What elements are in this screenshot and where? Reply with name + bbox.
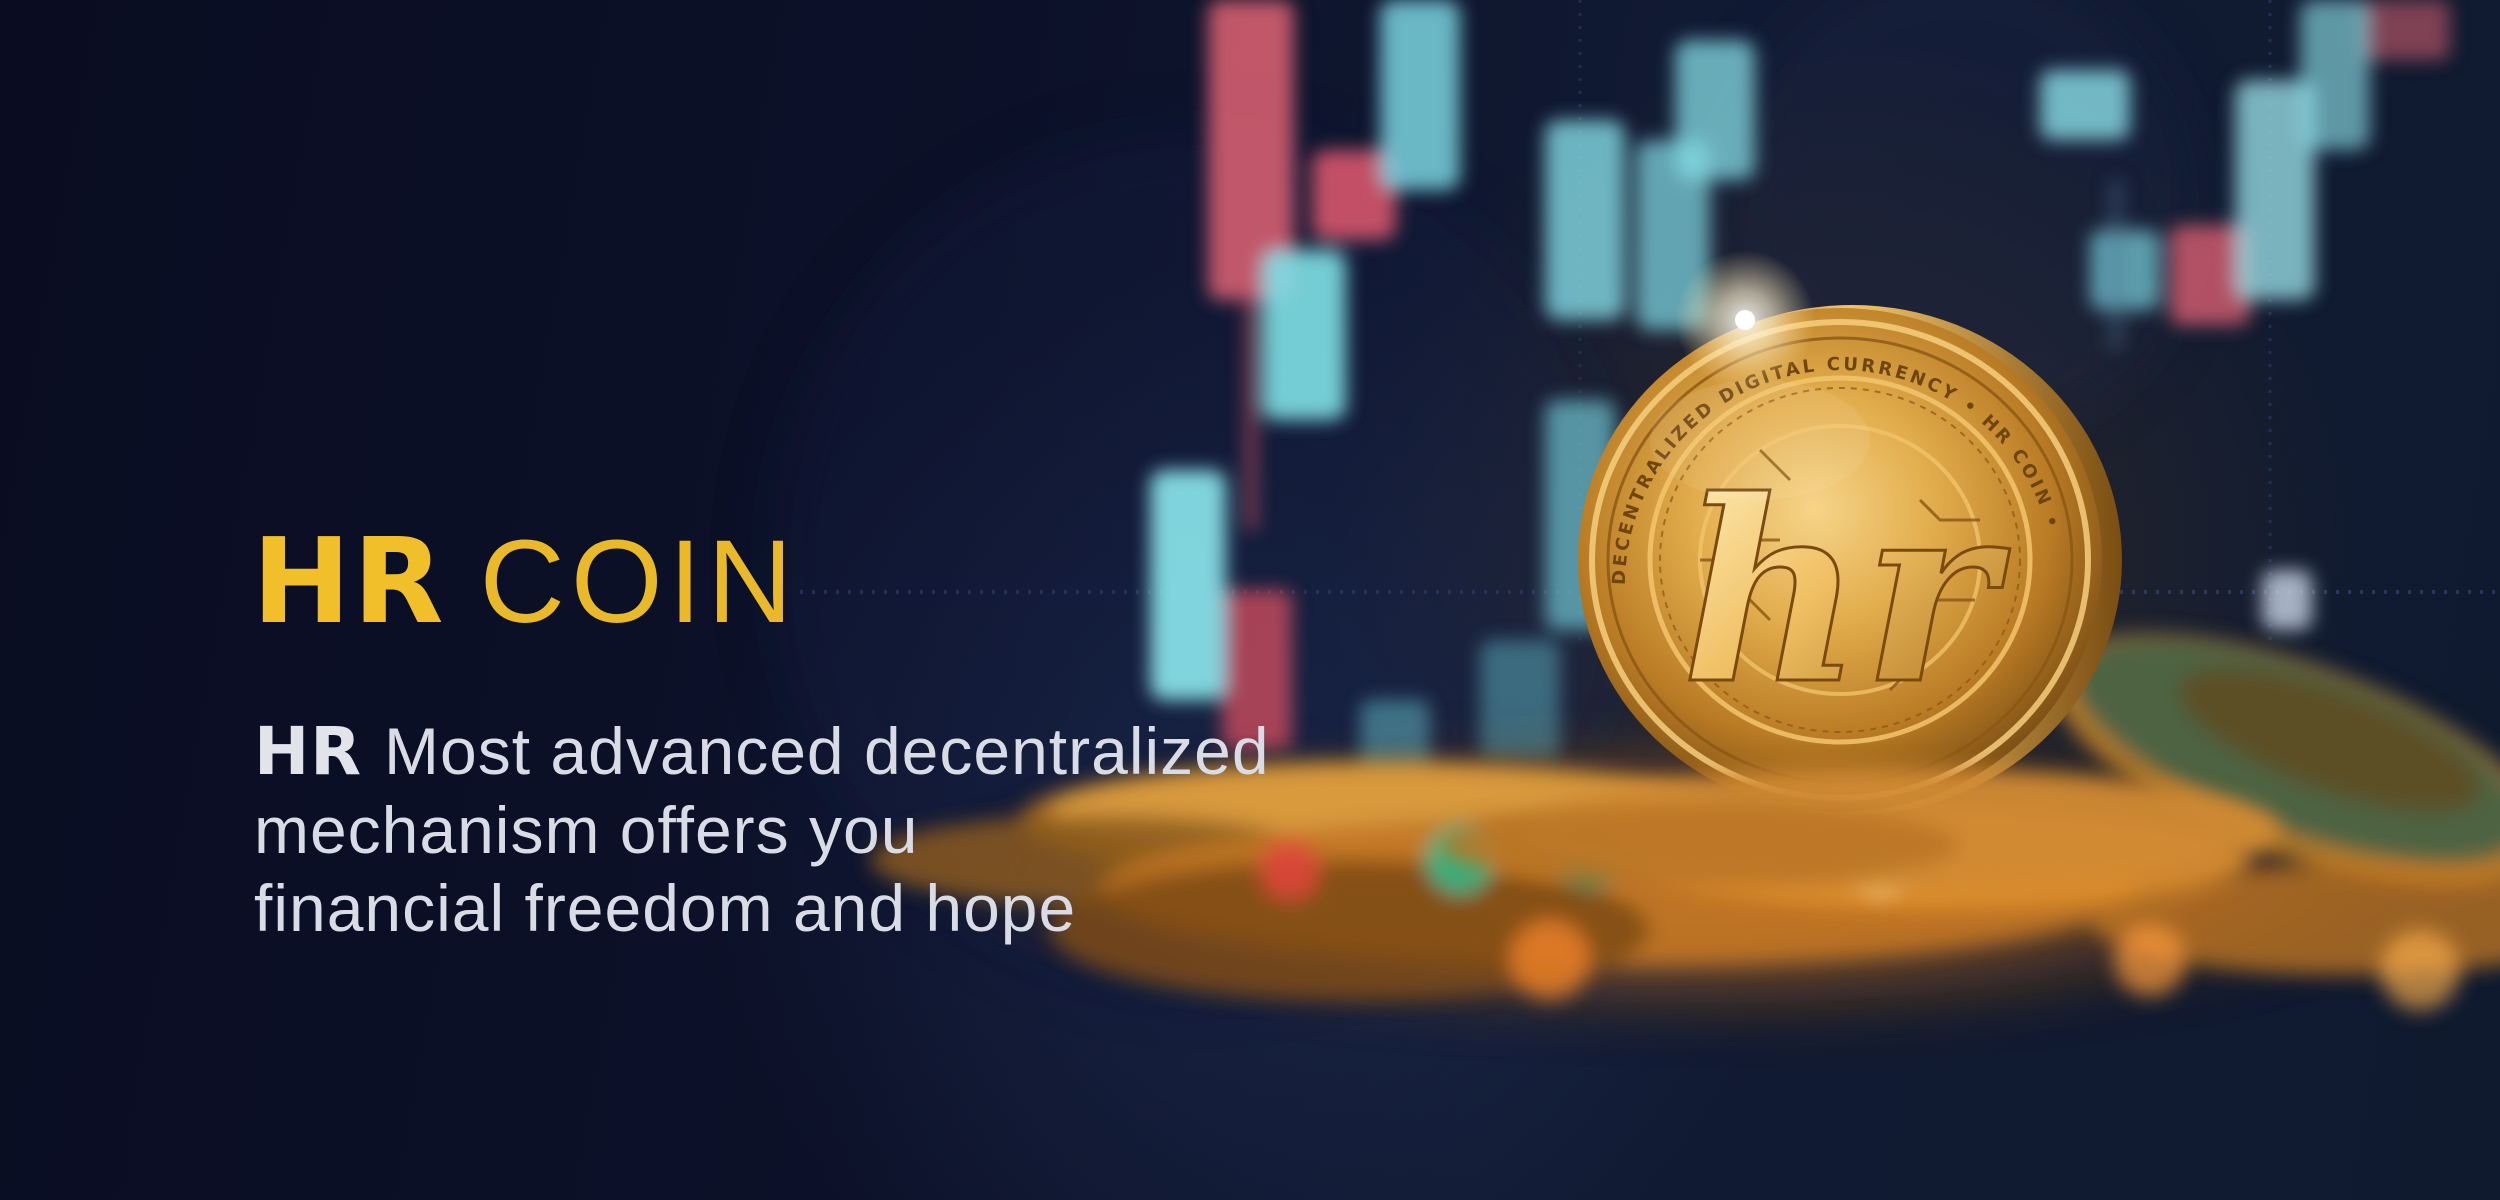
page-title: HR COIN: [252, 522, 799, 641]
title-brand: HR: [252, 512, 446, 650]
hr-coin: DECENTRALIZED DIGITAL CURRENCY • HR COIN…: [1578, 250, 2122, 815]
tagline-line-3: financial freedom and hope: [254, 871, 1077, 945]
hero-banner: DECENTRALIZED DIGITAL CURRENCY • HR COIN…: [0, 0, 2500, 1200]
title-word: COIN: [479, 516, 799, 648]
tagline-line-2: mechanism offers you: [254, 793, 919, 867]
tagline-line-1: HR Most advanced decentralized: [254, 712, 1404, 791]
tagline-text-1: Most advanced decentralized: [384, 714, 1270, 788]
tagline: HR Most advanced decentralized mechanism…: [254, 712, 1404, 947]
tagline-brand: HR: [254, 713, 363, 790]
